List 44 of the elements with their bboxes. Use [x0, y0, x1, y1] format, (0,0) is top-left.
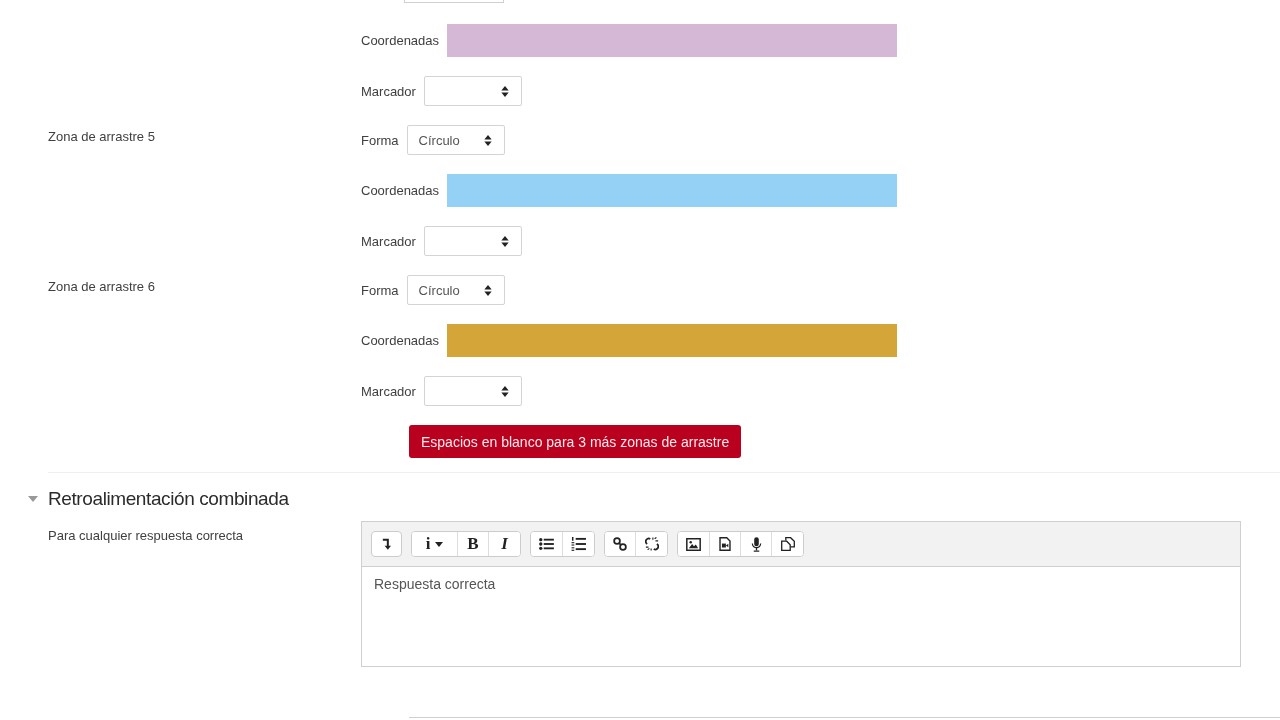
link-button[interactable]	[605, 532, 636, 556]
select-field[interactable]	[423, 226, 522, 256]
field-label: Para cualquier respuesta correcta	[48, 528, 244, 543]
microphone-icon	[750, 536, 762, 552]
bullet-list-icon	[539, 538, 554, 550]
up-down-caret-icon	[483, 134, 492, 146]
field-label: Coordenadas	[361, 183, 440, 198]
up-down-caret-icon	[500, 385, 509, 397]
up-down-caret-icon	[500, 85, 509, 97]
numbered-list-icon	[571, 537, 586, 551]
editor-content-field[interactable]: Respuesta correcta	[361, 567, 1241, 667]
section-heading: Retroalimentación combinada	[48, 488, 289, 510]
image-icon	[686, 537, 701, 551]
select-field[interactable]: Círculo	[406, 275, 505, 305]
select-field[interactable]	[423, 76, 522, 106]
turn-down-arrow-icon	[381, 538, 392, 550]
video-file-icon	[719, 537, 731, 551]
coordinates-field[interactable]	[447, 24, 898, 57]
coordinates-field[interactable]	[447, 324, 898, 357]
broken-link-icon	[644, 537, 659, 551]
link-icon	[613, 537, 627, 551]
caret-icon[interactable]	[28, 496, 38, 502]
field-label: Marcador	[361, 83, 416, 99]
field-label: Coordenadas	[361, 333, 440, 348]
field-label: Coordenadas	[361, 33, 440, 48]
up-down-caret-icon	[500, 235, 509, 247]
field-label: Marcador	[361, 233, 416, 249]
select-field[interactable]	[404, 0, 504, 3]
caret-icon	[435, 541, 444, 547]
add-drop-zones-button[interactable]: Espacios en blanco para 3 más zonas de arrastre	[409, 425, 742, 458]
zone-title: Zona de arrastre 6	[48, 278, 155, 296]
select-field[interactable]	[423, 376, 522, 406]
zone-title: Zona de arrastre 5	[48, 128, 155, 146]
coordinates-field[interactable]	[447, 174, 898, 207]
select-field[interactable]: Círculo	[406, 125, 505, 155]
toolbar-toggle-button[interactable]	[371, 531, 402, 557]
bullet-list-button[interactable]	[531, 532, 563, 556]
field-label: Forma	[361, 282, 399, 298]
paragraph-style-button[interactable]: i	[412, 532, 458, 556]
image-button[interactable]	[678, 532, 710, 556]
copy-documents-icon	[780, 537, 795, 551]
field-label: Forma	[361, 132, 399, 148]
up-down-caret-icon	[483, 284, 492, 296]
field-label: Marcador	[361, 383, 416, 399]
